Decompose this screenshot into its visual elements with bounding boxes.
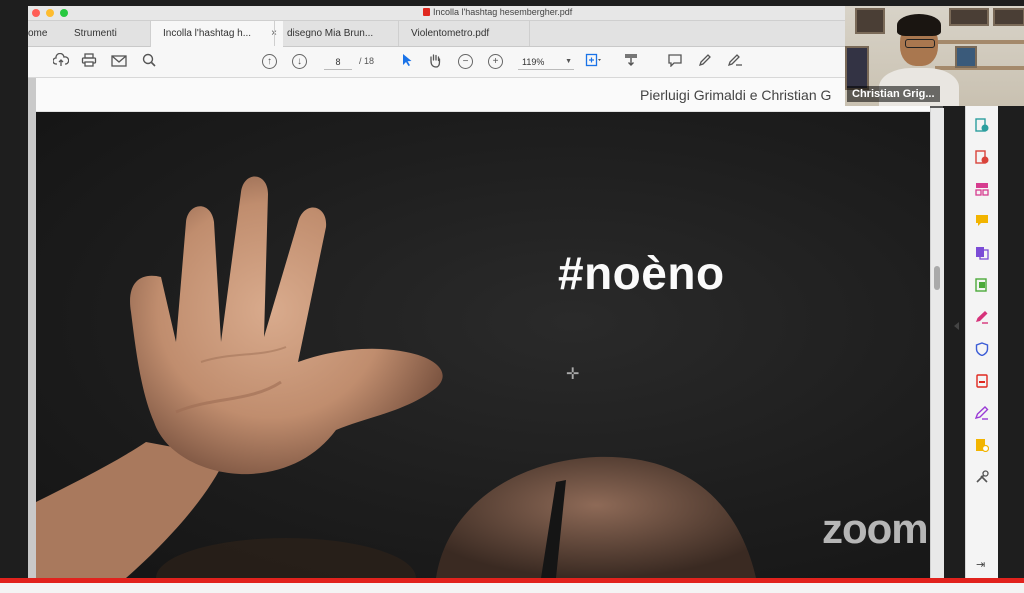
zoom-in-icon[interactable]: + [488,54,503,69]
window-title: Incolla l'hashtag hesembergher.pdf [423,7,572,17]
highlight-pen-icon[interactable] [696,53,714,71]
minimize-window-button[interactable] [46,9,54,17]
tab-home[interactable]: ome [28,21,47,46]
sign-icon[interactable] [726,53,744,71]
page-count: / 18 [359,56,375,66]
tab-tools[interactable]: Strumenti [74,21,117,46]
wall-poster [845,46,869,90]
page-view-icon[interactable] [584,53,602,71]
picture-frame [855,8,885,34]
fill-sign-icon[interactable] [975,310,989,324]
person-hair [897,14,941,36]
tab-document-active[interactable]: Incolla l'hashtag h... × [150,21,283,47]
crosshair-cursor-icon: ✛ [566,366,580,383]
picture-frame [955,46,977,68]
protect-icon[interactable] [975,342,989,357]
shelf [935,40,1024,44]
previous-page-icon[interactable]: ↑ [262,54,277,69]
upload-cloud-icon[interactable] [52,52,70,71]
export-pdf-icon[interactable] [975,118,989,132]
zoom-watermark: zoom [822,505,929,552]
select-cursor-icon[interactable] [398,53,416,71]
hand-tool-icon[interactable] [426,53,444,71]
pdf-file-icon [423,8,430,16]
email-icon[interactable] [110,53,128,71]
sign-icon[interactable] [974,406,989,420]
tab-bar: ome Strumenti Incolla l'hashtag h... × d… [28,21,848,47]
edit-pdf-icon[interactable] [975,278,989,292]
screen: Incolla l'hashtag hesembergher.pdf ome S… [0,0,1024,593]
toolbar: ↑ ↓ 8 / 18 − + 119% ▼ [28,47,848,78]
page-header-text: Pierluigi Grimaldi e Christian G [640,87,832,103]
slide-image: #noèno ✛ [36,112,930,578]
picture-frame [949,8,989,26]
bottom-edge [0,583,1024,593]
window-title-text: Incolla l'hashtag hesembergher.pdf [433,7,573,17]
next-page-icon[interactable]: ↓ [292,54,307,69]
left-panel-edge [28,78,36,578]
pdf-icon[interactable] [975,374,989,388]
tab-document[interactable]: disegno Mia Brun... [274,21,405,46]
zoom-out-icon[interactable]: − [458,54,473,69]
raised-hand-photo [36,176,756,578]
tools-pane: ⇥ [965,106,998,578]
comment-icon[interactable] [975,214,989,228]
organize-pages-icon[interactable] [975,182,989,196]
download-icon[interactable] [622,53,640,71]
chevron-down-icon: ▼ [565,58,572,65]
page-number-input[interactable]: 8 [324,55,352,70]
slide-hashtag: #noèno [558,247,725,299]
vertical-scrollbar[interactable] [930,108,944,578]
print-icon[interactable] [80,53,98,71]
combine-files-icon[interactable] [975,246,989,260]
zoom-level-value: 119% [522,57,545,67]
picture-frame [993,8,1024,26]
maximize-window-button[interactable] [60,9,68,17]
tab-label: disegno Mia Brun... [287,28,374,39]
scrollbar-thumb[interactable] [934,266,940,290]
participant-name: Christian Grig... [847,86,940,102]
close-window-button[interactable] [32,9,40,17]
stamp-icon[interactable] [975,438,990,453]
zoom-level-select[interactable]: 119% ▼ [518,55,574,70]
expand-pane-icon[interactable]: ⇥ [976,558,985,571]
tab-label: ome [28,28,48,39]
webcam-tile[interactable]: Christian Grig... [845,6,1024,106]
tab-document[interactable]: Violentometro.pdf [398,21,530,46]
page-header: Pierluigi Grimaldi e Christian G [36,78,930,112]
person-glasses [905,39,935,48]
create-pdf-icon[interactable] [975,150,989,164]
collapse-pane-icon[interactable] [954,322,959,330]
title-bar: Incolla l'hashtag hesembergher.pdf [28,6,848,21]
tab-label: Strumenti [74,28,117,39]
tab-label: Incolla l'hashtag h... [163,28,252,39]
comment-icon[interactable] [666,53,684,71]
tools-icon[interactable] [975,470,989,484]
tab-label: Violentometro.pdf [411,28,490,39]
search-icon[interactable] [140,53,158,71]
shelf [935,66,1024,70]
